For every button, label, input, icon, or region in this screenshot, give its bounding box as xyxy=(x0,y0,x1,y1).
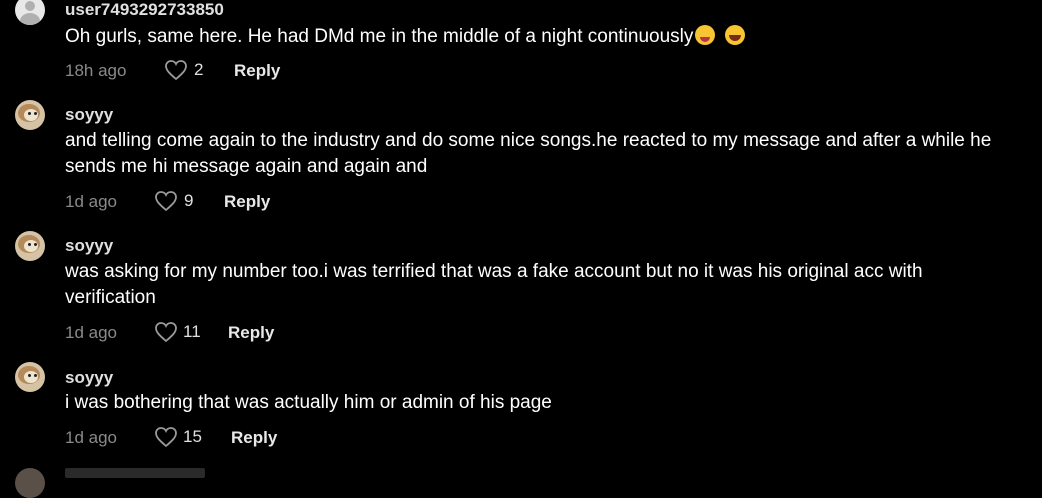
comment-timestamp: 1d ago xyxy=(65,323,117,342)
like-count: 9 xyxy=(184,191,194,210)
avatar[interactable] xyxy=(15,0,45,25)
like-count: 11 xyxy=(183,322,201,341)
comment-timestamp: 18h ago xyxy=(65,61,127,80)
zany-face-emoji xyxy=(695,25,716,45)
avatar[interactable] xyxy=(15,100,45,130)
reply-button[interactable]: Reply xyxy=(234,61,280,81)
comment-timestamp: 1d ago xyxy=(65,428,117,447)
comment-username[interactable]: soyyy xyxy=(65,368,113,388)
heart-icon[interactable] xyxy=(154,190,178,212)
heart-icon[interactable] xyxy=(164,59,188,81)
avatar[interactable] xyxy=(15,468,45,498)
like-count: 15 xyxy=(183,427,202,446)
heart-icon[interactable] xyxy=(154,321,178,343)
reply-button[interactable]: Reply xyxy=(231,428,277,448)
comment-username[interactable]: user7493292733850 xyxy=(65,0,224,20)
comment-text: i was bothering that was actually him or… xyxy=(65,392,552,413)
avatar[interactable] xyxy=(15,231,45,261)
avatar[interactable] xyxy=(15,362,45,392)
like-count: 2 xyxy=(194,60,204,79)
grinning-squinting-face-emoji xyxy=(725,25,746,45)
reply-button[interactable]: Reply xyxy=(228,323,274,343)
reply-button[interactable]: Reply xyxy=(224,192,270,212)
comment-username[interactable]: soyyy xyxy=(65,236,113,256)
comment-text: and telling come again to the industry a… xyxy=(65,130,992,177)
comment-timestamp: 1d ago xyxy=(65,192,117,211)
comment-text: was asking for my number too.i was terri… xyxy=(65,261,923,308)
comment-text: Oh gurls, same here. He had DMd me in th… xyxy=(65,24,1015,50)
comment-username-placeholder xyxy=(65,468,205,478)
comment-username[interactable]: soyyy xyxy=(65,105,113,125)
heart-icon[interactable] xyxy=(154,426,178,448)
avatar-default-icon xyxy=(25,1,35,11)
